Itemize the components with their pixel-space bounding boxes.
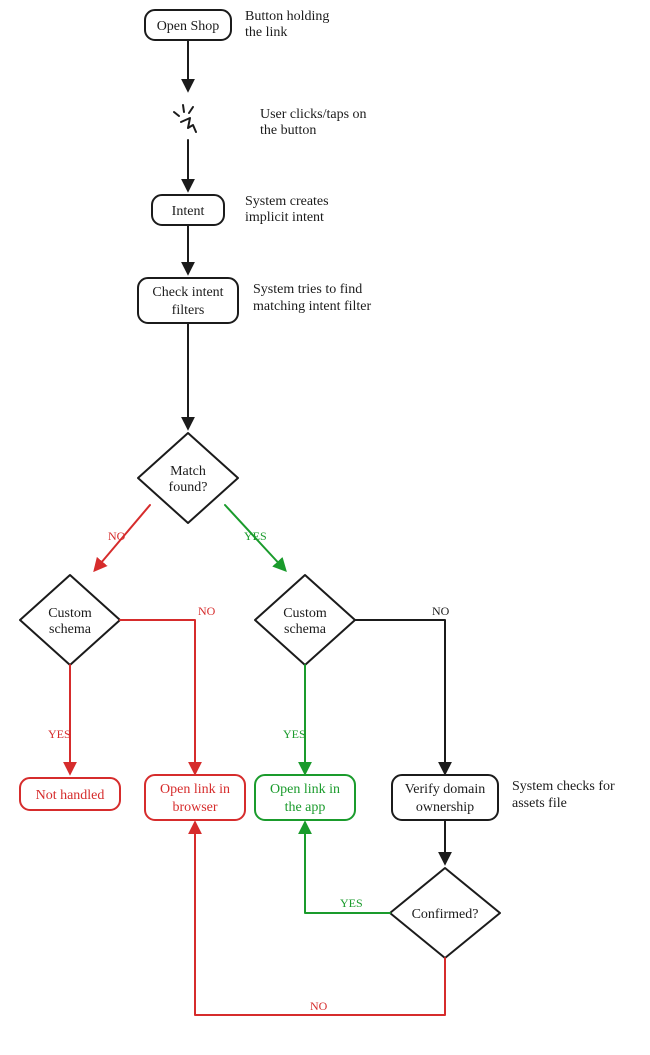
match-found-l2: found? bbox=[169, 480, 208, 495]
annot-click-l1: User clicks/taps on bbox=[260, 107, 367, 122]
annot-click-l2: the button bbox=[260, 123, 316, 138]
custom-schema-left-l1: Custom bbox=[48, 606, 92, 621]
annot-verify-l1: System checks for bbox=[512, 779, 615, 794]
node-check-filters: Check intent filters System tries to fin… bbox=[138, 278, 372, 323]
check-filters-l1: Check intent bbox=[152, 285, 223, 300]
custom-schema-left-l2: schema bbox=[49, 622, 92, 637]
open-app-l2: the app bbox=[285, 800, 326, 815]
edge-label-no: NO bbox=[108, 529, 126, 543]
annot-open-shop-l1: Button holding bbox=[245, 9, 329, 24]
edge-label-no: NO bbox=[310, 999, 328, 1013]
click-icon bbox=[174, 105, 196, 132]
edge-label-no: NO bbox=[198, 604, 216, 618]
edge bbox=[195, 823, 445, 1015]
node-custom-schema-left: Custom schema bbox=[20, 575, 120, 665]
flowchart-diagram: Open Shop Button holding the link User c… bbox=[0, 0, 650, 1055]
node-verify-domain: Verify domain ownership System checks fo… bbox=[392, 775, 615, 820]
annot-verify-l2: assets file bbox=[512, 796, 567, 811]
open-shop-label: Open Shop bbox=[157, 19, 220, 34]
node-match-found: Match found? bbox=[138, 433, 238, 523]
open-browser-l2: browser bbox=[172, 800, 217, 815]
node-confirmed: Confirmed? bbox=[390, 868, 500, 958]
annot-intent-l2: implicit intent bbox=[245, 210, 324, 225]
edge-label-yes: YES bbox=[244, 529, 267, 543]
edge bbox=[120, 620, 195, 773]
annot-intent-l1: System creates bbox=[245, 194, 329, 209]
not-handled-label: Not handled bbox=[36, 788, 105, 803]
edge-label-yes: YES bbox=[283, 727, 306, 741]
custom-schema-right-l2: schema bbox=[284, 622, 327, 637]
edge-label-yes: YES bbox=[48, 727, 71, 741]
node-not-handled: Not handled bbox=[20, 778, 120, 810]
match-found-l1: Match bbox=[170, 464, 206, 479]
annot-check-l1: System tries to find bbox=[253, 282, 362, 297]
edge-label-no: NO bbox=[432, 604, 450, 618]
node-open-shop: Open Shop Button holding the link bbox=[145, 9, 329, 40]
verify-domain-l2: ownership bbox=[416, 800, 474, 815]
node-custom-schema-right: Custom schema bbox=[255, 575, 355, 665]
verify-domain-l1: Verify domain bbox=[405, 782, 485, 797]
annot-open-shop-l2: the link bbox=[245, 25, 287, 40]
custom-schema-right-l1: Custom bbox=[283, 606, 327, 621]
open-app-l1: Open link in bbox=[270, 782, 340, 797]
node-intent: Intent System creates implicit intent bbox=[152, 194, 329, 225]
annot-check-l2: matching intent filter bbox=[253, 299, 372, 314]
edge-label-yes: YES bbox=[340, 896, 363, 910]
confirmed-label: Confirmed? bbox=[412, 907, 479, 922]
node-open-browser: Open link in browser bbox=[145, 775, 245, 820]
node-open-app: Open link in the app bbox=[255, 775, 355, 820]
open-browser-l1: Open link in bbox=[160, 782, 230, 797]
intent-label: Intent bbox=[172, 204, 205, 219]
check-filters-l2: filters bbox=[172, 303, 205, 318]
edge bbox=[355, 620, 445, 773]
